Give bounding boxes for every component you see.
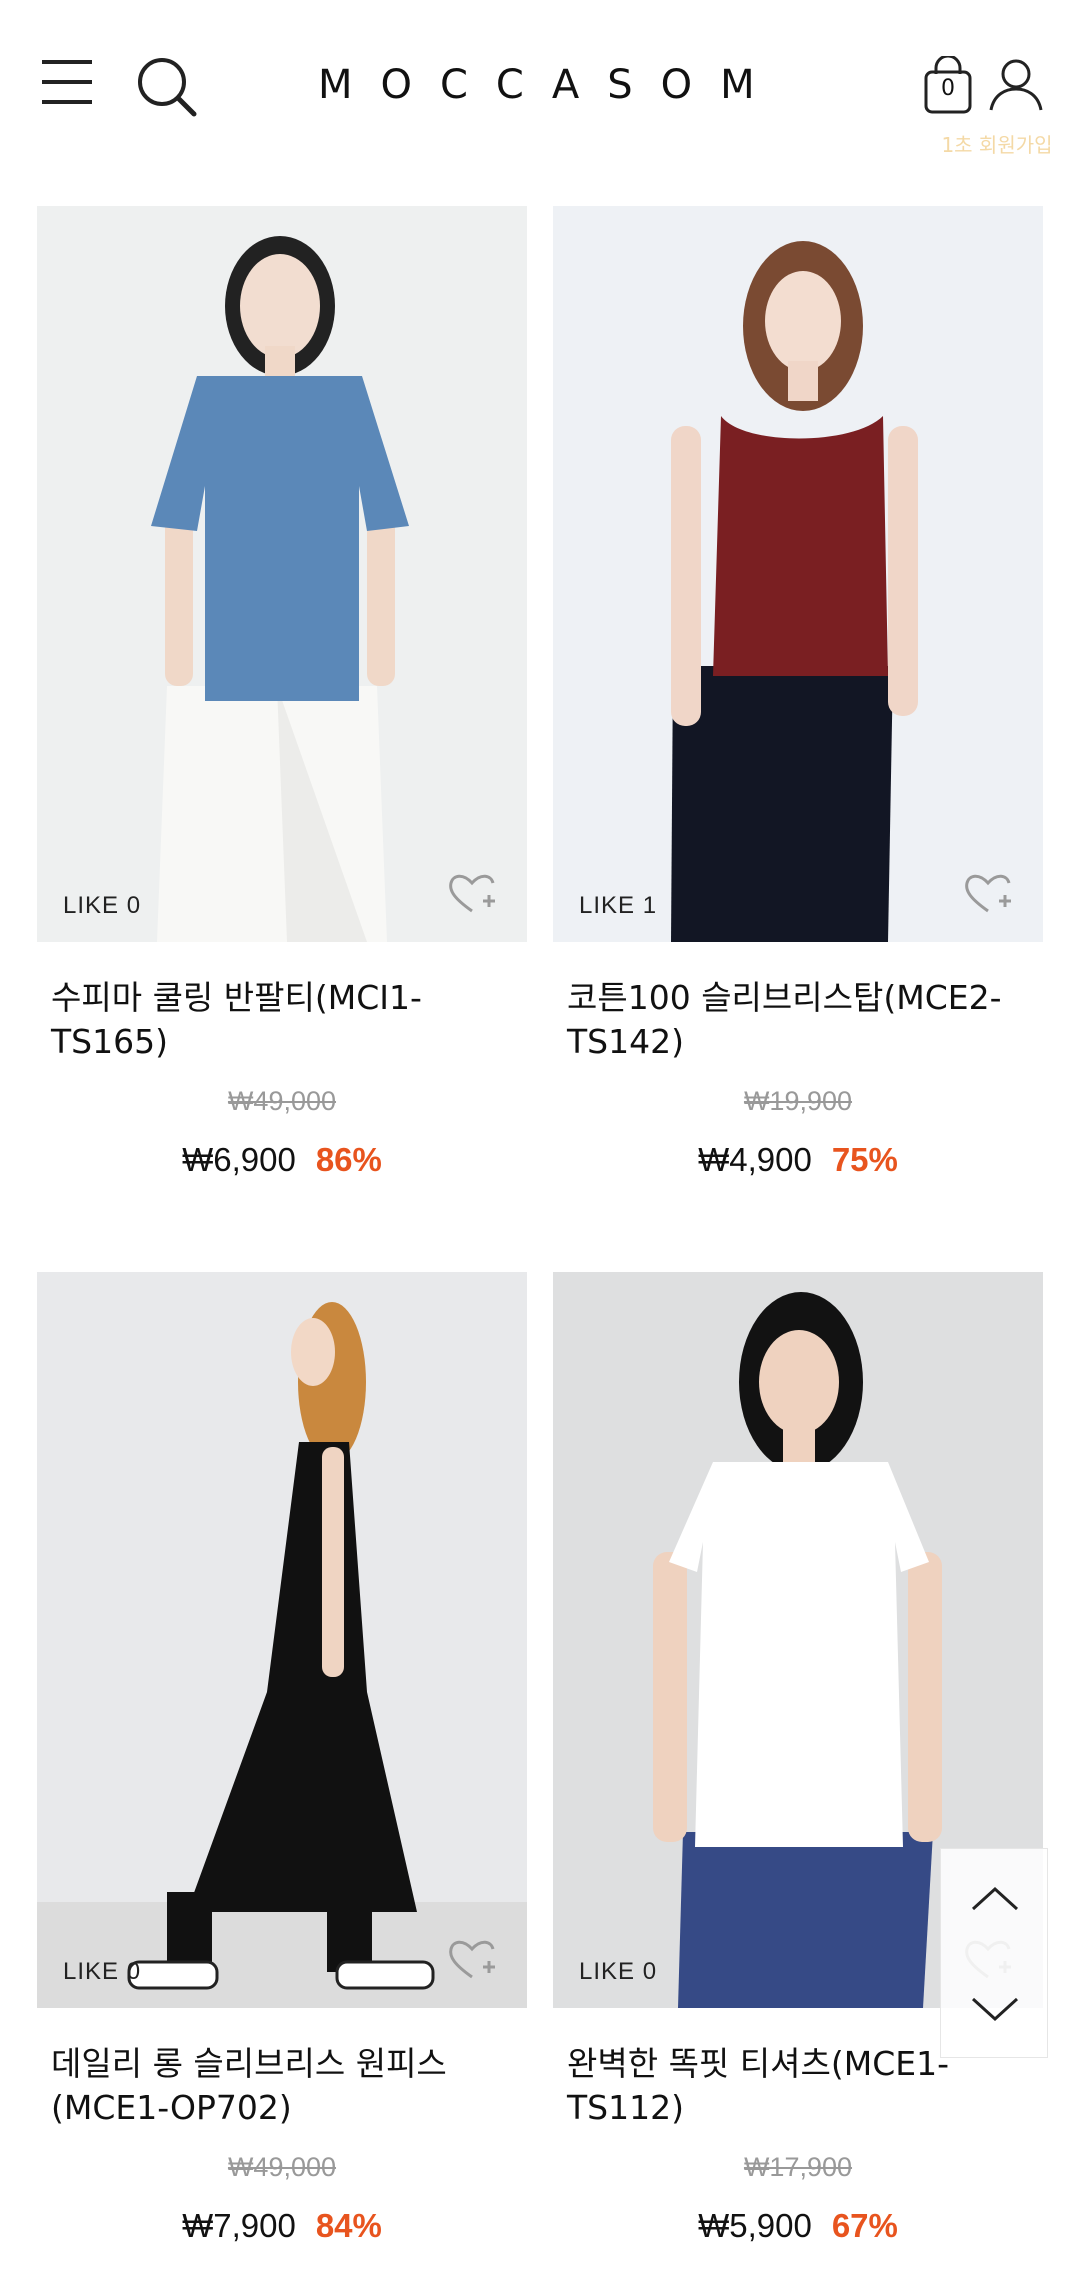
product-image[interactable]: LIKE 0 [37,1272,527,2008]
search-icon[interactable] [136,56,198,118]
product-image[interactable]: LIKE 0 [37,206,527,942]
discount-rate: 84% [315,2207,382,2244]
like-count: LIKE 0 [579,1958,658,1985]
scroll-control [940,1848,1048,2058]
sale-price: ₩4,900 [698,1141,812,1178]
price-row: ₩4,900 75% [553,1141,1043,1179]
signup-badge[interactable]: 1초 회원가입 [934,128,1060,162]
scroll-bottom-icon[interactable] [965,1989,1025,2029]
original-price: ₩49,000 [227,2152,337,2182]
price-row: ₩5,900 67% [553,2207,1043,2245]
cart-count: 0 [941,76,955,101]
like-count: LIKE 0 [63,1958,142,1985]
product-name[interactable]: 데일리 롱 슬리브리스 원피스(MCE1-OP702) [51,2042,511,2130]
product-name[interactable]: 코튼100 슬리브리스탑(MCE2-TS142) [567,976,1027,1064]
wishlist-add-icon[interactable] [447,1937,497,1983]
product-name[interactable]: 수피마 쿨링 반팔티(MCI1-TS165) [51,976,511,1064]
sale-price: ₩6,900 [182,1141,296,1178]
like-count: LIKE 1 [579,892,658,919]
price-row: ₩7,900 84% [37,2207,527,2245]
wishlist-add-icon[interactable] [447,871,497,917]
discount-rate: 75% [831,1141,898,1178]
product-image[interactable]: LIKE 1 [553,206,1043,942]
discount-rate: 67% [831,2207,898,2244]
brand-logo[interactable]: MOCCASOM [318,60,768,110]
header: MOCCASOM 0 1초 회원가입 [0,0,1080,170]
original-price: ₩49,000 [227,1086,337,1116]
scroll-top-icon[interactable] [965,1879,1025,1919]
original-price: ₩17,900 [743,2152,853,2182]
price-row: ₩6,900 86% [37,1141,527,1179]
discount-rate: 86% [315,1141,382,1178]
menu-icon[interactable] [40,58,94,106]
sale-price: ₩7,900 [182,2207,296,2244]
wishlist-add-icon[interactable] [963,871,1013,917]
user-icon[interactable] [988,58,1044,112]
original-price: ₩19,900 [743,1086,853,1116]
sale-price: ₩5,900 [698,2207,812,2244]
like-count: LIKE 0 [63,892,142,919]
